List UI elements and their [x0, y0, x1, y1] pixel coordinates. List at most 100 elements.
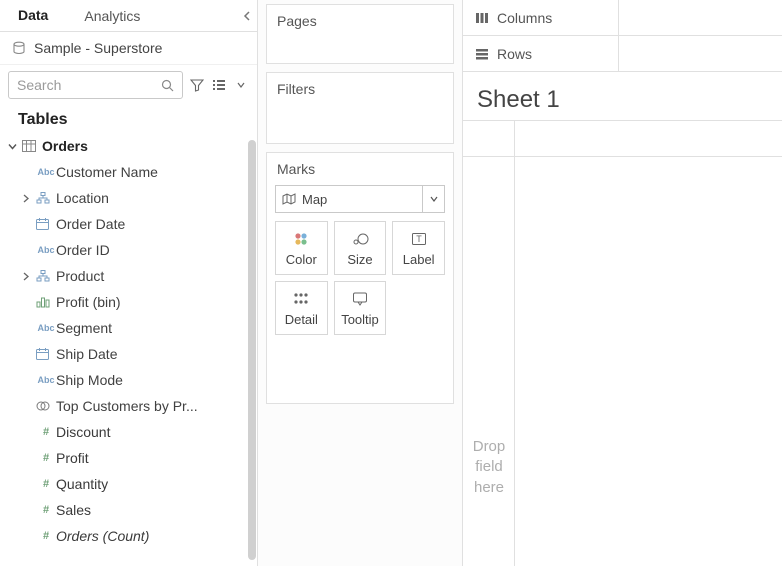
chevron-down-icon[interactable] [8, 142, 22, 151]
field-label: Discount [56, 424, 247, 440]
search-row [0, 65, 257, 105]
hierarchy-icon [36, 270, 56, 282]
filter-fields-button[interactable] [189, 77, 205, 93]
field-profit[interactable]: # Profit [0, 445, 257, 471]
field-label: Sales [56, 502, 247, 518]
fields-tree: Orders Abc Customer Name Location Or [0, 133, 257, 566]
scroll-thumb[interactable] [248, 140, 256, 560]
field-label: Product [56, 268, 247, 284]
mark-size-button[interactable]: Size [334, 221, 387, 275]
field-label: Order Date [56, 216, 247, 232]
field-label: Profit (bin) [56, 294, 247, 310]
search-box[interactable] [8, 71, 183, 99]
drop-hint-line: here [469, 478, 509, 498]
columns-icon [475, 12, 489, 24]
number-type-icon: # [36, 478, 56, 490]
map-icon [282, 193, 296, 205]
mark-detail-button[interactable]: Detail [275, 281, 328, 335]
rows-icon [475, 48, 489, 60]
field-order-date[interactable]: Order Date [0, 211, 257, 237]
chevron-left-icon [243, 11, 251, 21]
label-icon: T [411, 230, 427, 248]
datasource-row[interactable]: Sample - Superstore [0, 32, 257, 65]
view-canvas: Drop field here [463, 120, 782, 566]
mark-buttons: Color Size T Label [275, 221, 445, 335]
datasource-icon [12, 41, 26, 55]
datasource-name: Sample - Superstore [34, 40, 162, 56]
number-type-icon: # [36, 530, 56, 542]
drop-hint-line: field [469, 457, 509, 477]
chevron-right-icon[interactable] [22, 272, 36, 281]
field-top-customers[interactable]: Top Customers by Pr... [0, 393, 257, 419]
caret-down-icon [422, 186, 444, 212]
row-header-column[interactable]: Drop field here [463, 121, 515, 566]
field-discount[interactable]: # Discount [0, 419, 257, 445]
search-icon [161, 79, 174, 92]
sheet-title[interactable]: Sheet 1 [463, 72, 782, 120]
tab-analytics[interactable]: Analytics [66, 0, 158, 31]
field-label: Quantity [56, 476, 247, 492]
number-type-icon: # [36, 426, 56, 438]
search-input[interactable] [17, 77, 161, 93]
column-header-row[interactable] [515, 121, 782, 157]
field-label: Order ID [56, 242, 247, 258]
columns-drop-zone[interactable] [619, 0, 782, 35]
mark-label-button[interactable]: T Label [392, 221, 445, 275]
mark-btn-label: Size [347, 252, 372, 267]
detail-icon [293, 290, 309, 308]
field-label: Ship Mode [56, 372, 247, 388]
fields-scrollbar[interactable] [247, 140, 257, 566]
field-sales[interactable]: # Sales [0, 497, 257, 523]
number-type-icon: # [36, 452, 56, 464]
marks-card: Marks Map Color [266, 152, 454, 404]
field-profit-bin[interactable]: Profit (bin) [0, 289, 257, 315]
tab-data[interactable]: Data [0, 0, 66, 31]
view-area[interactable] [515, 121, 782, 566]
string-type-icon: Abc [36, 167, 56, 177]
string-type-icon: Abc [36, 375, 56, 385]
mark-btn-label: Tooltip [341, 312, 379, 327]
field-ship-mode[interactable]: Abc Ship Mode [0, 367, 257, 393]
field-label: Customer Name [56, 164, 247, 180]
pages-card[interactable]: Pages [266, 4, 454, 64]
drop-hint: Drop field here [469, 437, 509, 498]
hierarchy-icon [36, 192, 56, 204]
corner-cell [463, 121, 514, 157]
field-ship-date[interactable]: Ship Date [0, 341, 257, 367]
table-orders[interactable]: Orders [0, 133, 257, 159]
tables-header: Tables [0, 105, 257, 133]
mark-color-button[interactable]: Color [275, 221, 328, 275]
chevron-right-icon[interactable] [22, 194, 36, 203]
field-customer-name[interactable]: Abc Customer Name [0, 159, 257, 185]
view-menu-caret[interactable] [233, 77, 249, 93]
rows-shelf[interactable]: Rows [463, 36, 782, 72]
string-type-icon: Abc [36, 245, 56, 255]
mark-type-dropdown[interactable]: Map [275, 185, 445, 213]
string-type-icon: Abc [36, 323, 56, 333]
cards-pane: Pages Filters Marks Map Col [258, 0, 463, 566]
field-label: Orders (Count) [56, 528, 247, 544]
card-title: Pages [277, 13, 443, 29]
data-pane: Data Analytics Sample - Superstore [0, 0, 258, 566]
field-label: Location [56, 190, 247, 206]
field-order-id[interactable]: Abc Order ID [0, 237, 257, 263]
card-title: Filters [277, 81, 443, 97]
funnel-icon [190, 78, 204, 92]
field-product[interactable]: Product [0, 263, 257, 289]
field-orders-count[interactable]: # Orders (Count) [0, 523, 257, 549]
list-icon [212, 78, 226, 92]
view-list-button[interactable] [211, 77, 227, 93]
bin-type-icon [36, 296, 56, 308]
collapse-data-pane[interactable] [237, 0, 257, 31]
field-quantity[interactable]: # Quantity [0, 471, 257, 497]
columns-shelf[interactable]: Columns [463, 0, 782, 36]
filters-card[interactable]: Filters [266, 72, 454, 144]
field-location[interactable]: Location [0, 185, 257, 211]
field-label: Profit [56, 450, 247, 466]
field-segment[interactable]: Abc Segment [0, 315, 257, 341]
mark-tooltip-button[interactable]: Tooltip [334, 281, 387, 335]
tooltip-icon [352, 290, 368, 308]
caret-down-icon [237, 82, 245, 88]
rows-drop-zone[interactable] [619, 36, 782, 71]
drop-hint-line: Drop [469, 437, 509, 457]
